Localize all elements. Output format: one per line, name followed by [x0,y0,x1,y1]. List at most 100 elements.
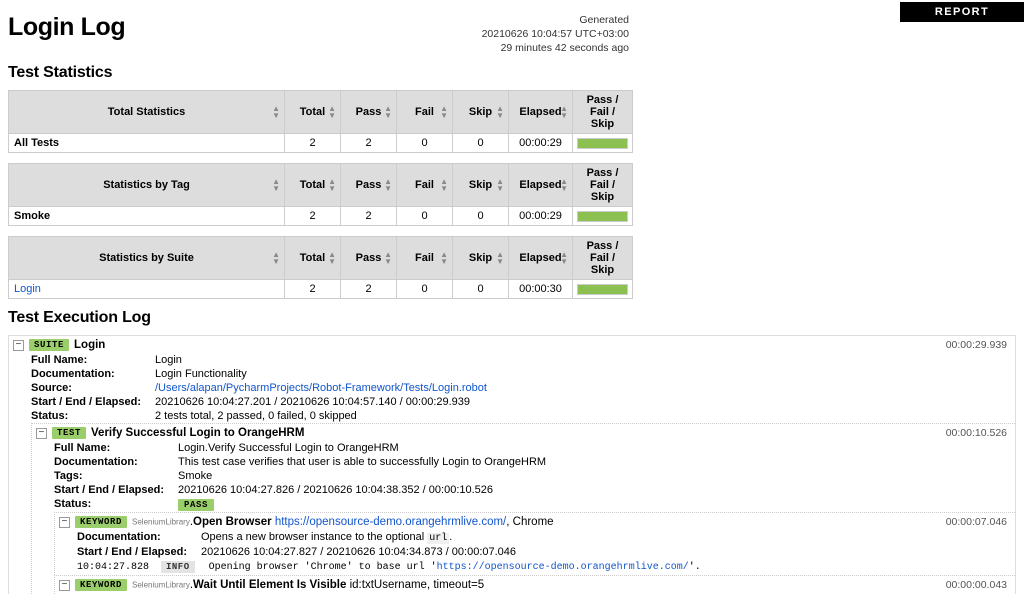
metadata-label: Documentation: [54,456,138,469]
expand-toggle-icon[interactable]: − [59,579,70,591]
test-name: Verify Successful Login to OrangeHRM [91,427,305,440]
stats-pass: 2 [340,206,397,226]
stats-col-header[interactable]: Elapsed ▲ ▼ [508,163,573,207]
sort-icon[interactable]: ▲ ▼ [440,178,448,193]
sort-icon[interactable]: ▲ ▼ [560,178,568,193]
metadata-label: Start / End / Elapsed: [31,396,142,409]
status-badge: PASS [178,499,215,512]
elapsed-time: 00:00:07.046 [945,516,1007,529]
metadata-label: Start / End / Elapsed: [77,546,188,559]
stats-elapsed: 00:00:29 [508,133,573,153]
sort-icon[interactable]: ▲ ▼ [384,105,392,120]
stats-row-name[interactable]: Login [8,279,285,299]
stats-col-header[interactable]: Skip ▲ ▼ [452,163,509,207]
stats-col-header[interactable]: Fail ▲ ▼ [396,163,453,207]
generated-timestamp: 20210626 10:04:57 UTC+03:00 [481,27,629,40]
expand-toggle-icon[interactable]: − [59,516,70,528]
test-type-badge: TEST [52,427,87,440]
stats-col-header[interactable]: Skip ▲ ▼ [452,236,509,280]
stats-total: 2 [284,133,341,153]
sort-icon[interactable]: ▲ ▼ [560,105,568,120]
metadata-label: Tags: [54,470,83,483]
stats-name-header[interactable]: Total Statistics ▲ ▼ [8,90,285,134]
stats-col-header[interactable]: Elapsed ▲ ▼ [508,90,573,134]
sort-icon[interactable]: ▲ ▼ [560,251,568,266]
stats-pass-bar [572,133,633,153]
test-header[interactable]: − TEST Verify Successful Login to OrangeHR… [32,424,1015,441]
test-statistics-heading: Test Statistics [8,64,113,81]
sort-icon[interactable]: ▲ ▼ [384,178,392,193]
sort-icon[interactable]: ▲ ▼ [328,251,336,266]
message-text: Opening browser 'Chrome' to base url 'ht… [208,562,701,574]
stats-col-header: Pass / Fail / Skip [572,90,633,134]
metadata-label: Start / End / Elapsed: [54,484,165,497]
stats-col-header: Pass / Fail / Skip [572,163,633,207]
sort-icon[interactable]: ▲ ▼ [328,178,336,193]
sort-icon[interactable]: ▲ ▼ [496,251,504,266]
stats-name-header[interactable]: Statistics by Suite ▲ ▼ [8,236,285,280]
sort-icon[interactable]: ▲ ▼ [496,178,504,193]
stats-col-header[interactable]: Pass ▲ ▼ [340,90,397,134]
source-link[interactable]: /Users/alapan/PycharmProjects/Robot-Fram… [155,382,487,394]
keyword-name: Wait Until Element Is Visible [193,579,347,592]
suite-name: Login [74,339,106,351]
statistics-tables: Total Statistics ▲ ▼ Total ▲ ▼ Pass ▲ ▼ Fail ▲ ▼ Ski… [8,90,1024,299]
stats-col-header[interactable]: Elapsed ▲ ▼ [508,236,573,280]
metadata-row: Start / End / Elapsed: 20210626 10:04:27.… [77,545,1015,559]
sort-icon[interactable]: ▲ ▼ [328,105,336,120]
metadata-label: Status: [31,410,69,423]
sort-icon[interactable]: ▲ ▼ [496,105,504,120]
sort-icon[interactable]: ▲ ▼ [440,251,448,266]
stats-total: 2 [284,279,341,299]
metadata-row: Documentation: Login Functionality [31,367,1015,381]
report-button[interactable]: REPORT [900,2,1024,22]
metadata-value: 20210626 10:04:27.827 / 20210626 10:04:3… [201,546,517,559]
metadata-list: Documentation: Opens a new browser instan… [55,530,1015,559]
stats-col-header[interactable]: Total ▲ ▼ [284,163,341,207]
suite-link[interactable]: Login [14,283,41,295]
expand-toggle-icon[interactable]: − [13,339,24,351]
metadata-list: Full Name: Login.Verify Successful Login … [32,441,1015,512]
expand-toggle-icon[interactable]: − [36,427,47,439]
argument-link[interactable]: https://opensource-demo.orangehrmlive.co… [275,516,506,528]
sort-icon[interactable]: ▲ ▼ [272,251,280,266]
stats-total: 2 [284,206,341,226]
metadata-row: Documentation: Opens a new browser instan… [77,530,1015,545]
stats-col-header[interactable]: Skip ▲ ▼ [452,90,509,134]
metadata-label: Documentation: [31,368,115,381]
message-link[interactable]: https://opensource-demo.orangehrmlive.co… [437,562,689,573]
sort-icon[interactable]: ▲ ▼ [272,105,280,120]
stats-col-header[interactable]: Total ▲ ▼ [284,90,341,134]
sort-icon[interactable]: ▲ ▼ [384,251,392,266]
sort-icon[interactable]: ▲ ▼ [272,178,280,193]
keyword-header[interactable]: − KEYWORD SeleniumLibrary.Wait Until Eleme… [55,576,1015,593]
sort-icon[interactable]: ▲ ▼ [440,105,448,120]
metadata-row: Status: 2 tests total, 2 passed, 0 failed… [31,409,1015,423]
metadata-label: Full Name: [31,354,88,367]
metadata-row: Tags: Smoke [54,469,1015,483]
stats-fail: 0 [396,279,453,299]
suite-header[interactable]: − SUITE Login 00:00:29.939 [9,336,1015,353]
metadata-value: Login.Verify Successful Login to OrangeH… [178,442,399,455]
metadata-value[interactable]: /Users/alapan/PycharmProjects/Robot-Fram… [155,382,487,394]
metadata-value: 2 tests total, 2 passed, 0 failed, 0 ski… [155,410,357,423]
stats-name-header[interactable]: Statistics by Tag ▲ ▼ [8,163,285,207]
stats-col-header[interactable]: Fail ▲ ▼ [396,90,453,134]
generated-ago: 29 minutes 42 seconds ago [500,41,629,54]
stats-col-header[interactable]: Total ▲ ▼ [284,236,341,280]
report-page: REPORT Generated 20210626 10:04:57 UTC+0… [0,0,1024,594]
stats-col-header[interactable]: Pass ▲ ▼ [340,236,397,280]
elapsed-time: 00:00:10.526 [945,427,1007,440]
keyword-header[interactable]: − KEYWORD SeleniumLibrary.Open Browser htt… [55,513,1015,530]
stats-col-header[interactable]: Fail ▲ ▼ [396,236,453,280]
stats-fail: 0 [396,133,453,153]
metadata-value: Opens a new browser instance to the opti… [201,531,453,545]
metadata-row: Start / End / Elapsed: 20210626 10:04:27.… [54,483,1015,497]
keyword-item: − KEYWORD SeleniumLibrary.Open Browser htt… [54,512,1015,576]
metadata-value: 20210626 10:04:27.201 / 20210626 10:04:5… [155,396,471,409]
stats-table: Total Statistics ▲ ▼ Total ▲ ▼ Pass ▲ ▼ Fail ▲ ▼ Ski… [8,90,633,153]
test-details: Full Name: Login.Verify Successful Login … [32,441,1015,594]
stats-col-header[interactable]: Pass ▲ ▼ [340,163,397,207]
metadata-row: Source: /Users/alapan/PycharmProjects/Rob… [31,381,1015,395]
stats-skip: 0 [452,279,509,299]
